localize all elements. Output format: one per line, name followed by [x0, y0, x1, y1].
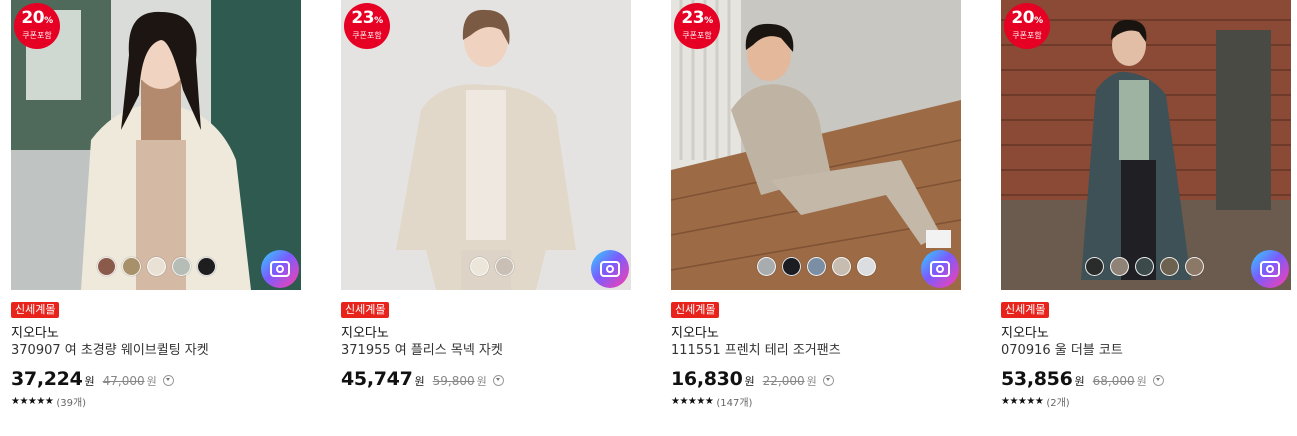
color-swatch[interactable] — [832, 257, 851, 276]
color-swatch[interactable] — [172, 257, 191, 276]
price-row: 37,224 원 47,000 원 — [11, 368, 303, 390]
product-grid: 20% 쿠폰포함 신세계몰 지오다노 370907 여 초경량 웨이브퀼팅 자켓… — [0, 0, 1297, 436]
color-swatches — [757, 257, 876, 276]
store-tag: 신세계몰 — [11, 302, 60, 318]
currency: 원 — [146, 375, 157, 388]
color-swatch[interactable] — [1185, 257, 1204, 276]
color-swatch[interactable] — [757, 257, 776, 276]
product-image[interactable]: 20% 쿠폰포함 — [1001, 0, 1291, 290]
product-name[interactable]: 070916 울 더블 코트 — [1001, 342, 1293, 359]
rating-row: ★★★★★ (147개) — [671, 394, 963, 409]
color-swatch[interactable] — [97, 257, 116, 276]
color-swatch[interactable] — [495, 257, 514, 276]
star-rating: ★★★★★ — [11, 396, 54, 407]
currency: 원 — [414, 375, 425, 388]
color-swatch[interactable] — [122, 257, 141, 276]
product-name[interactable]: 371955 여 플리스 목넥 자켓 — [341, 342, 633, 359]
chevron-down-circle-icon[interactable] — [162, 375, 174, 386]
sale-price: 45,747 — [341, 368, 413, 390]
color-swatch[interactable] — [1160, 257, 1179, 276]
currency: 원 — [744, 375, 755, 388]
price-row: 16,830 원 22,000 원 — [671, 368, 963, 390]
product-photo — [671, 0, 961, 290]
product-card[interactable]: 23% 쿠폰포함 신세계몰 지오다노 371955 여 플리스 목넥 자켓 45… — [341, 0, 633, 390]
camera-search-button[interactable] — [1251, 250, 1289, 288]
product-card[interactable]: 20% 쿠폰포함 신세계몰 지오다노 070916 울 더블 코트 53,856… — [1001, 0, 1293, 409]
discount-badge: 20% 쿠폰포함 — [14, 3, 60, 49]
product-card[interactable]: 20% 쿠폰포함 신세계몰 지오다노 370907 여 초경량 웨이브퀼팅 자켓… — [11, 0, 303, 409]
camera-icon — [1260, 261, 1280, 277]
store-tag: 신세계몰 — [671, 302, 720, 318]
color-swatch[interactable] — [197, 257, 216, 276]
product-card[interactable]: 23% 쿠폰포함 신세계몰 지오다노 111551 프렌치 테리 조거팬츠 16… — [671, 0, 963, 409]
brand-name[interactable]: 지오다노 — [11, 325, 303, 342]
currency: 원 — [1074, 375, 1085, 388]
camera-search-button[interactable] — [261, 250, 299, 288]
color-swatches — [470, 257, 514, 276]
rating-row: ★★★★★ (2개) — [1001, 394, 1293, 409]
color-swatches — [97, 257, 216, 276]
color-swatch[interactable] — [1135, 257, 1154, 276]
camera-icon — [270, 261, 290, 277]
review-count[interactable]: (39개) — [56, 394, 86, 409]
discount-badge: 23% 쿠폰포함 — [344, 3, 390, 49]
product-name[interactable]: 111551 프렌치 테리 조거팬츠 — [671, 342, 963, 359]
star-rating: ★★★★★ — [1001, 396, 1044, 407]
product-photo — [11, 0, 301, 290]
color-swatches — [1085, 257, 1204, 276]
star-rating: ★★★★★ — [671, 396, 714, 407]
color-swatch[interactable] — [782, 257, 801, 276]
color-swatch[interactable] — [1110, 257, 1129, 276]
currency: 원 — [84, 375, 95, 388]
color-swatch[interactable] — [470, 257, 489, 276]
currency: 원 — [1136, 375, 1147, 388]
camera-icon — [600, 261, 620, 277]
product-name[interactable]: 370907 여 초경량 웨이브퀼팅 자켓 — [11, 342, 303, 359]
color-swatch[interactable] — [147, 257, 166, 276]
brand-name[interactable]: 지오다노 — [671, 325, 963, 342]
camera-icon — [930, 261, 950, 277]
currency: 원 — [476, 375, 487, 388]
product-photo — [1001, 0, 1291, 290]
original-price: 59,800 — [432, 374, 475, 388]
sale-price: 16,830 — [671, 368, 743, 390]
rating-row: ★★★★★ (39개) — [11, 394, 303, 409]
chevron-down-circle-icon[interactable] — [492, 375, 504, 386]
chevron-down-circle-icon[interactable] — [822, 375, 834, 386]
camera-search-button[interactable] — [921, 250, 959, 288]
chevron-down-circle-icon[interactable] — [1152, 375, 1164, 386]
color-swatch[interactable] — [807, 257, 826, 276]
review-count[interactable]: (147개) — [716, 394, 752, 409]
store-tag: 신세계몰 — [1001, 302, 1050, 318]
price-row: 45,747 원 59,800 원 — [341, 368, 633, 390]
camera-search-button[interactable] — [591, 250, 629, 288]
product-photo — [341, 0, 631, 290]
product-image[interactable]: 23% 쿠폰포함 — [671, 0, 961, 290]
color-swatch[interactable] — [1085, 257, 1104, 276]
currency: 원 — [806, 375, 817, 388]
original-price: 22,000 — [762, 374, 805, 388]
price-row: 53,856 원 68,000 원 — [1001, 368, 1293, 390]
original-price: 68,000 — [1092, 374, 1135, 388]
original-price: 47,000 — [102, 374, 145, 388]
store-tag: 신세계몰 — [341, 302, 390, 318]
product-image[interactable]: 23% 쿠폰포함 — [341, 0, 631, 290]
color-swatch[interactable] — [857, 257, 876, 276]
discount-badge: 20% 쿠폰포함 — [1004, 3, 1050, 49]
sale-price: 53,856 — [1001, 368, 1073, 390]
brand-name[interactable]: 지오다노 — [1001, 325, 1293, 342]
brand-name[interactable]: 지오다노 — [341, 325, 633, 342]
review-count[interactable]: (2개) — [1046, 394, 1069, 409]
sale-price: 37,224 — [11, 368, 83, 390]
product-image[interactable]: 20% 쿠폰포함 — [11, 0, 301, 290]
discount-badge: 23% 쿠폰포함 — [674, 3, 720, 49]
